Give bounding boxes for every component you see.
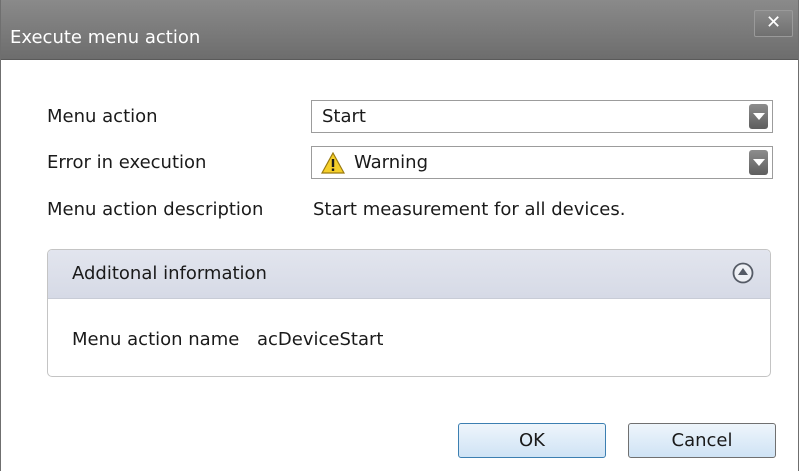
menu-action-name-value: acDeviceStart	[257, 329, 384, 350]
error-in-execution-label: Error in execution	[47, 152, 207, 173]
panel-title: Additonal information	[72, 263, 267, 284]
dialog-title: Execute menu action	[10, 27, 201, 48]
warning-icon	[321, 152, 345, 174]
description-label: Menu action description	[47, 199, 264, 220]
menu-action-value: Start	[322, 106, 366, 127]
menu-action-label: Menu action	[47, 106, 158, 127]
panel-header[interactable]: Additonal information	[48, 250, 770, 299]
menu-action-select[interactable]: Start	[311, 100, 773, 133]
close-button[interactable]: ✕	[754, 10, 793, 37]
cancel-button[interactable]: Cancel	[628, 423, 776, 458]
error-in-execution-select[interactable]: Warning	[311, 146, 773, 179]
collapse-up-icon[interactable]	[732, 262, 754, 284]
ok-button[interactable]: OK	[458, 423, 606, 458]
error-in-execution-value: Warning	[354, 152, 429, 173]
execute-menu-action-dialog: Execute menu action ✕ Menu action Start …	[0, 0, 799, 471]
chevron-down-icon[interactable]	[749, 150, 768, 175]
description-value: Start measurement for all devices.	[313, 199, 626, 220]
title-bar: Execute menu action ✕	[1, 0, 798, 60]
menu-action-name-label: Menu action name	[72, 329, 240, 350]
additional-information-panel: Additonal information Menu action name a…	[47, 249, 771, 377]
chevron-down-icon[interactable]	[749, 104, 768, 129]
close-icon: ✕	[765, 12, 782, 33]
